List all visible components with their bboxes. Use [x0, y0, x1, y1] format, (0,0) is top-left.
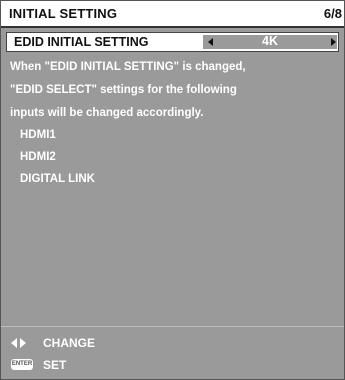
page-indicator: 6/8 [323, 6, 342, 21]
guide-set: ENTER SET [1, 354, 344, 376]
left-right-arrows-icon [11, 336, 35, 350]
enter-button-icon: ENTER [11, 359, 33, 370]
guide-set-label: SET [43, 358, 67, 372]
menu-window: INITIAL SETTING 6/8 EDID INITIAL SETTING… [0, 0, 345, 380]
message-line-2: "EDID SELECT" settings for the following [10, 84, 237, 96]
guide-change-label: CHANGE [43, 336, 96, 350]
guide-change: CHANGE [1, 332, 344, 354]
guide-divider [1, 326, 344, 327]
edid-initial-setting-row[interactable]: EDID INITIAL SETTING 4K [6, 32, 339, 52]
setting-value: 4K [262, 34, 278, 48]
message-line-1: When "EDID INITIAL SETTING" is changed, [10, 61, 246, 73]
setting-label: EDID INITIAL SETTING [14, 35, 149, 49]
input-item-hdmi1: HDMI1 [20, 129, 56, 141]
setting-value-selector[interactable]: 4K [203, 34, 337, 49]
input-item-hdmi2: HDMI2 [20, 151, 56, 163]
arrow-right-icon[interactable] [331, 38, 336, 46]
title-bar: INITIAL SETTING 6/8 [1, 1, 344, 28]
menu-title: INITIAL SETTING [9, 6, 118, 21]
input-item-digital-link: DIGITAL LINK [20, 173, 95, 185]
message-line-3: inputs will be changed accordingly. [10, 107, 204, 119]
